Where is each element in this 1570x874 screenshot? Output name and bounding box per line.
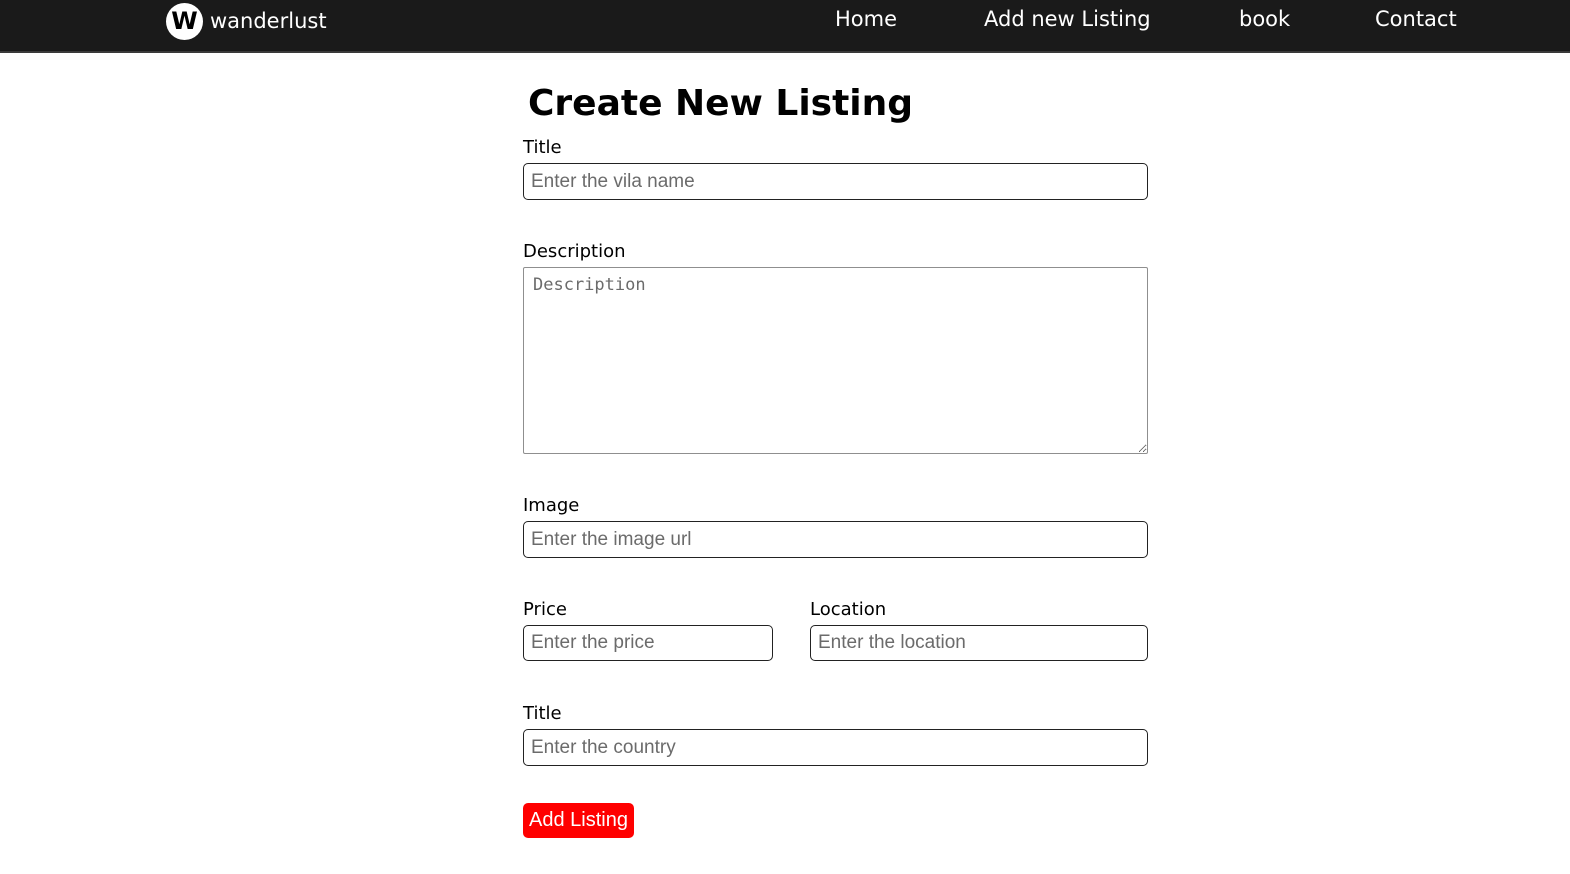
- wanderlust-logo-icon: W: [166, 2, 203, 40]
- location-label: Location: [810, 599, 887, 620]
- nav-link-add-new-listing[interactable]: Add new Listing: [984, 7, 1151, 31]
- image-url-input[interactable]: [523, 521, 1148, 558]
- nav-link-contact[interactable]: Contact: [1375, 7, 1457, 31]
- add-listing-button[interactable]: Add Listing: [523, 803, 634, 838]
- location-input[interactable]: [810, 625, 1148, 661]
- image-label: Image: [523, 495, 580, 516]
- nav-link-book[interactable]: book: [1239, 7, 1290, 31]
- country-label: Title: [523, 703, 562, 724]
- title-label: Title: [523, 137, 562, 158]
- price-input[interactable]: [523, 625, 773, 661]
- price-label: Price: [523, 599, 567, 620]
- navbar: W wanderlust Home Add new Listing book C…: [0, 0, 1570, 53]
- description-label: Description: [523, 241, 626, 262]
- description-textarea[interactable]: [523, 267, 1148, 454]
- page-title: Create New Listing: [528, 83, 914, 124]
- nav-link-home[interactable]: Home: [835, 7, 897, 31]
- brand-name: wanderlust: [210, 9, 327, 33]
- brand-link[interactable]: W wanderlust: [166, 2, 327, 40]
- title-input[interactable]: [523, 163, 1148, 200]
- country-input[interactable]: [523, 729, 1148, 766]
